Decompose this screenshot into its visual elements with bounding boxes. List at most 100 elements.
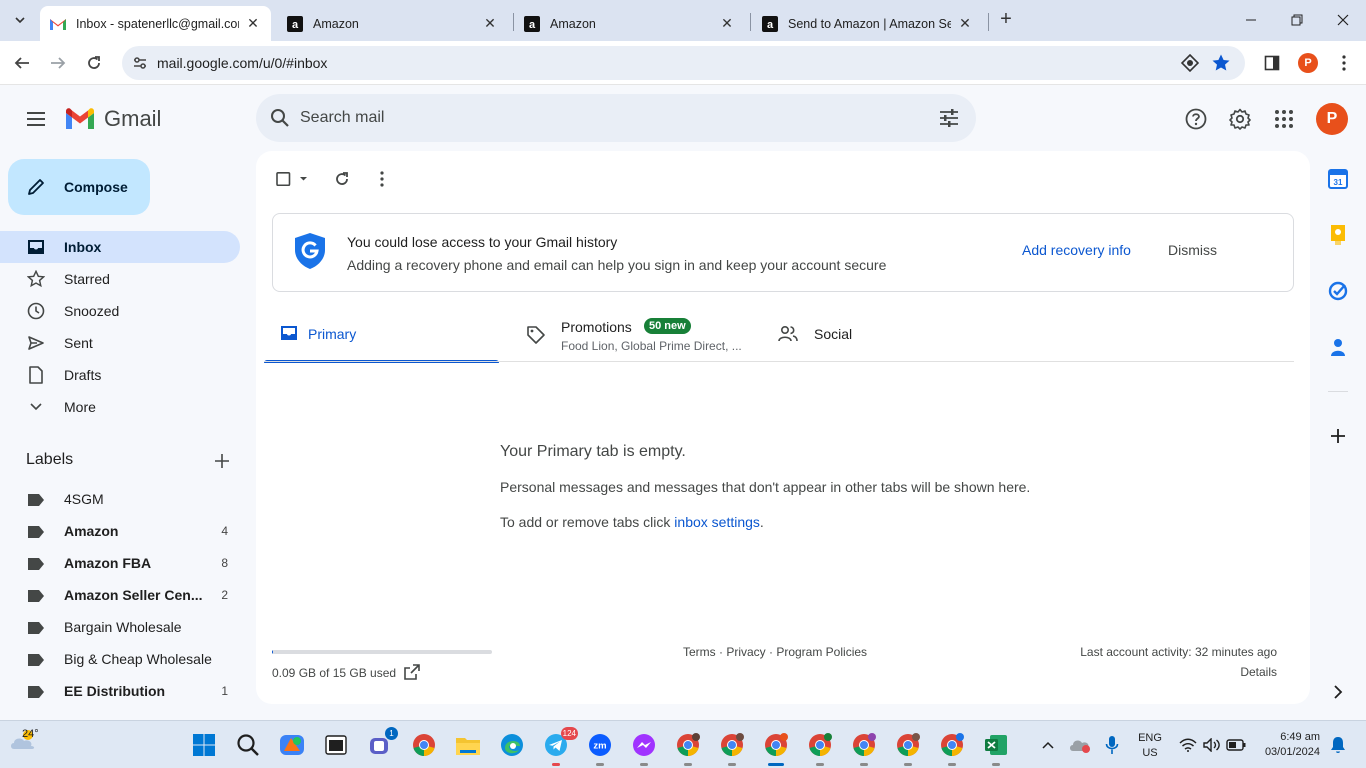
close-window-icon[interactable] xyxy=(1320,0,1366,40)
dismiss-button[interactable]: Dismiss xyxy=(1168,242,1217,258)
compose-button[interactable]: Compose xyxy=(8,159,150,215)
chrome-icon[interactable] xyxy=(408,729,440,761)
get-addons-icon[interactable] xyxy=(1326,424,1350,448)
chrome-profile-green-icon[interactable] xyxy=(804,729,836,766)
chrome-profile-photo-icon[interactable] xyxy=(892,729,924,766)
close-tab-icon[interactable]: ✕ xyxy=(957,15,973,32)
forward-arrow-icon[interactable] xyxy=(44,49,72,77)
nav-item-snoozed[interactable]: Snoozed xyxy=(0,295,240,327)
chrome-profile-s-icon[interactable] xyxy=(936,729,968,766)
settings-gear-icon[interactable] xyxy=(1228,107,1252,131)
windows-start-icon[interactable] xyxy=(188,729,220,761)
tab-title: Amazon xyxy=(313,16,359,31)
contacts-icon[interactable] xyxy=(1326,335,1350,359)
reload-icon[interactable] xyxy=(80,49,108,77)
onedrive-icon[interactable] xyxy=(1064,729,1096,761)
chrome-profile-1-icon[interactable] xyxy=(672,729,704,766)
new-tab-icon[interactable]: + xyxy=(996,9,1016,29)
add-recovery-info-button[interactable]: Add recovery info xyxy=(1022,242,1131,258)
microphone-icon[interactable] xyxy=(1096,729,1128,761)
chrome-profile-p-icon[interactable] xyxy=(760,729,792,766)
label-item-ee-distribution[interactable]: EE Distribution 1 xyxy=(0,675,240,707)
tab-primary[interactable]: Primary xyxy=(264,313,499,363)
expand-side-panel-icon[interactable] xyxy=(1326,680,1350,704)
system-clock[interactable]: 6:49 am 03/01/2024 xyxy=(1254,730,1320,760)
label-item-amazon[interactable]: Amazon 4 xyxy=(0,515,240,547)
gmail-logo[interactable]: Gmail xyxy=(64,106,161,132)
browser-tab-amazon-1[interactable]: a Amazon ✕ xyxy=(277,6,508,41)
keep-icon[interactable] xyxy=(1326,223,1350,247)
tracking-protection-icon[interactable] xyxy=(1180,53,1200,75)
chrome-profile-a-icon[interactable] xyxy=(716,729,748,766)
nav-item-starred[interactable]: Starred xyxy=(0,263,240,295)
weather-temperature[interactable]: 24° xyxy=(22,728,39,740)
calendar-icon[interactable]: 31 xyxy=(1326,167,1350,191)
browser-tab-send-to-amazon[interactable]: a Send to Amazon | Amazon Seller Central… xyxy=(752,6,983,41)
battery-icon[interactable] xyxy=(1220,729,1252,761)
chrome-profile-purple-icon[interactable] xyxy=(848,729,880,766)
copilot-icon[interactable] xyxy=(276,729,308,761)
tab-search-icon[interactable] xyxy=(8,8,32,32)
clock-time: 6:49 am xyxy=(1280,731,1320,743)
teams-icon[interactable]: 1 xyxy=(364,727,398,761)
main-menu-icon[interactable] xyxy=(24,107,48,131)
refresh-icon[interactable] xyxy=(330,167,354,191)
label-item-amazon-fba[interactable]: Amazon FBA 8 xyxy=(0,547,240,579)
gmail-icon xyxy=(50,16,66,32)
messenger-icon[interactable] xyxy=(628,729,660,766)
select-all-checkbox[interactable] xyxy=(270,167,310,191)
label-item-amazon-seller-central[interactable]: Amazon Seller Cen... 2 xyxy=(0,579,240,611)
browser-tab-amazon-2[interactable]: a Amazon ✕ xyxy=(514,6,745,41)
label-item-big-cheap-wholesale[interactable]: Big & Cheap Wholesale xyxy=(0,643,240,675)
activity-details-link[interactable]: Details xyxy=(1240,665,1277,679)
taskbar-search-icon[interactable] xyxy=(232,729,264,761)
apps-grid-icon[interactable] xyxy=(1272,107,1296,131)
back-arrow-icon[interactable] xyxy=(8,49,36,77)
tab-social[interactable]: Social xyxy=(762,313,1002,361)
zoom-icon[interactable]: zm xyxy=(584,729,616,766)
show-hidden-icons-chevron-icon[interactable] xyxy=(1032,729,1064,761)
tab-label: Social xyxy=(814,326,853,342)
label-item-bargain-wholesale[interactable]: Bargain Wholesale xyxy=(0,611,240,643)
nav-item-inbox[interactable]: Inbox xyxy=(0,231,240,263)
nav-item-sent[interactable]: Sent xyxy=(0,327,240,359)
browser-menu-icon[interactable] xyxy=(1330,49,1358,77)
bookmark-star-icon[interactable] xyxy=(1211,53,1231,76)
open-external-icon[interactable] xyxy=(404,664,420,683)
input-language[interactable]: ENG US xyxy=(1134,731,1166,761)
close-tab-icon[interactable]: ✕ xyxy=(245,15,261,32)
telegram-icon[interactable]: 124 xyxy=(540,727,578,766)
search-bar[interactable] xyxy=(256,94,976,142)
excel-icon[interactable] xyxy=(980,729,1012,766)
footer-policy-links[interactable]: Terms · Privacy · Program Policies xyxy=(683,645,867,659)
nav-label: More xyxy=(64,399,96,415)
nav-item-drafts[interactable]: Drafts xyxy=(0,359,240,391)
svg-text:31: 31 xyxy=(1334,178,1343,187)
restore-icon[interactable] xyxy=(1274,0,1320,40)
side-panel-icon[interactable] xyxy=(1258,49,1286,77)
address-bar[interactable]: mail.google.com/u/0/#inbox xyxy=(122,46,1245,80)
minimize-icon[interactable] xyxy=(1228,0,1274,40)
more-options-icon[interactable] xyxy=(370,167,394,191)
add-label-icon[interactable] xyxy=(212,451,232,471)
close-tab-icon[interactable]: ✕ xyxy=(482,15,498,32)
file-explorer-icon[interactable] xyxy=(452,729,484,761)
browser-tab-inbox[interactable]: Inbox - spatenerllc@gmail.com ✕ xyxy=(40,6,271,41)
edge-icon[interactable] xyxy=(496,729,528,761)
label-item-4sgm[interactable]: 4SGM xyxy=(0,483,240,515)
search-icon[interactable] xyxy=(270,108,290,131)
search-options-icon[interactable] xyxy=(938,107,960,132)
task-view-icon[interactable] xyxy=(320,729,352,761)
browser-profile-avatar[interactable]: P xyxy=(1298,53,1318,73)
tasks-icon[interactable] xyxy=(1326,279,1350,303)
account-avatar[interactable]: P xyxy=(1316,103,1348,135)
help-icon[interactable] xyxy=(1184,107,1208,131)
storage-meter-fill xyxy=(272,650,274,654)
nav-item-more[interactable]: More xyxy=(0,391,240,423)
close-tab-icon[interactable]: ✕ xyxy=(719,15,735,32)
notification-bell-icon[interactable] xyxy=(1322,729,1354,761)
search-input[interactable] xyxy=(300,106,900,130)
tab-promotions[interactable]: Promotions 50 new Food Lion, Global Prim… xyxy=(510,313,750,361)
inbox-settings-link[interactable]: inbox settings xyxy=(674,514,760,530)
site-settings-icon[interactable] xyxy=(132,55,148,74)
